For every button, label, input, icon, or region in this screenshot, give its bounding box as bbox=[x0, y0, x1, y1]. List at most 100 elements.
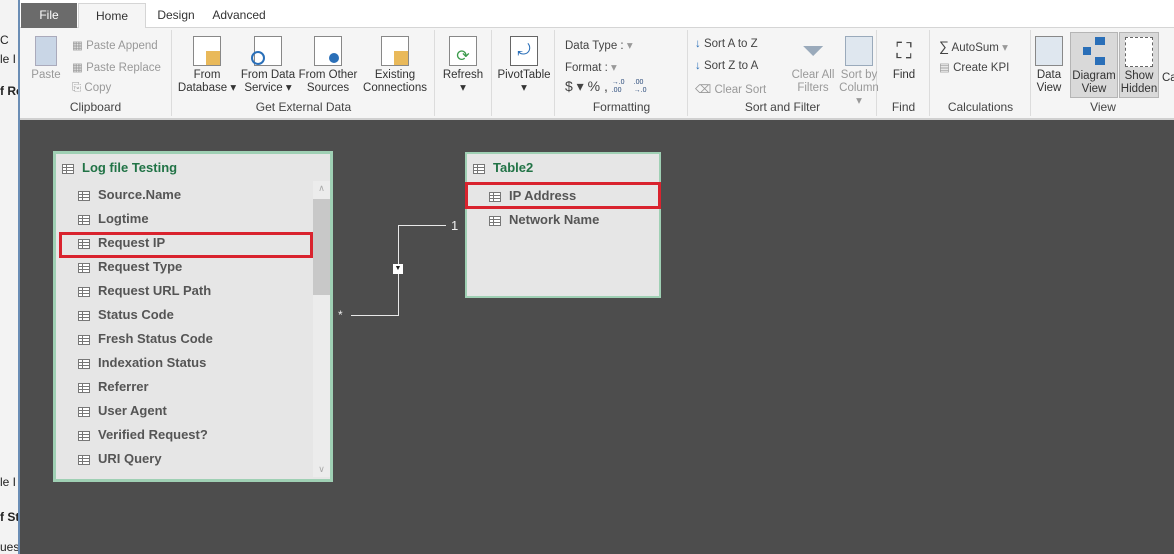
find-button[interactable]: ⛶ Find bbox=[882, 36, 926, 82]
label: View bbox=[1036, 82, 1062, 94]
column-item[interactable]: Status Code bbox=[78, 305, 174, 325]
label: Sources bbox=[306, 82, 350, 94]
diagram-canvas[interactable]: Log file Testing Source.Name Logtime Reque… bbox=[20, 120, 1174, 554]
table-table2[interactable]: Table2 IP Address Network Name bbox=[465, 152, 661, 298]
data-view-button[interactable]: Data View bbox=[1032, 36, 1066, 95]
column-item[interactable]: Verified Request? bbox=[78, 425, 208, 445]
bg-text: f Sta bbox=[0, 510, 20, 524]
refresh-button[interactable]: ⟳ Refresh ▾ bbox=[438, 36, 488, 95]
clear-all-filters-button[interactable]: ⏷ Clear All Filters bbox=[789, 36, 837, 95]
view-group: Data View Diagram View Show Hidden Ca View bbox=[1032, 30, 1174, 116]
pivot-group: ⤾ PivotTable ▾ bbox=[493, 30, 555, 116]
label: Service bbox=[244, 82, 283, 94]
pivottable-icon: ⤾ bbox=[510, 36, 538, 66]
existing-connections-button[interactable]: Existing Connections bbox=[359, 36, 431, 95]
scroll-up-icon[interactable]: ∧ bbox=[313, 183, 330, 194]
sort-a-z-button[interactable]: ↓ Sort A to Z bbox=[695, 38, 758, 50]
paste-append-button[interactable]: ▦ Paste Append bbox=[72, 38, 158, 52]
increase-decimal-button[interactable]: →.0 .00 bbox=[612, 79, 630, 95]
column-name: Verified Request? bbox=[98, 427, 208, 442]
tab-home[interactable]: Home bbox=[78, 3, 146, 29]
group-label: Sort and Filter bbox=[744, 100, 821, 114]
column-icon bbox=[78, 214, 90, 225]
label: Find bbox=[892, 69, 916, 81]
pivottable-button[interactable]: ⤾ PivotTable ▾ bbox=[495, 36, 553, 95]
sort-z-a-button[interactable]: ↓ Sort Z to A bbox=[695, 60, 758, 72]
create-kpi-button[interactable]: ▤ Create KPI bbox=[939, 60, 1009, 74]
many-cardinality: * bbox=[338, 308, 343, 322]
label: From Other bbox=[298, 69, 358, 81]
show-hidden-icon bbox=[1125, 37, 1153, 67]
column-name: Referrer bbox=[98, 379, 149, 394]
clear-sort-button[interactable]: ⌫ Clear Sort bbox=[695, 82, 766, 96]
highlight-box bbox=[465, 182, 661, 209]
sort-by-column-button[interactable]: Sort by Column ▾ bbox=[837, 36, 881, 108]
background-window: C le I f Re le I f Sta ues bbox=[0, 0, 20, 554]
table-title: Log file Testing bbox=[62, 160, 177, 175]
from-database-button[interactable]: From Database ▾ bbox=[175, 36, 239, 95]
column-item[interactable]: URI Query bbox=[78, 449, 162, 469]
column-item[interactable]: Logtime bbox=[78, 209, 149, 229]
tab-advanced[interactable]: Advanced bbox=[206, 3, 272, 28]
tab-design[interactable]: Design bbox=[146, 3, 206, 28]
column-icon bbox=[78, 382, 90, 393]
show-hidden-button[interactable]: Show Hidden bbox=[1119, 32, 1159, 98]
column-item[interactable]: Referrer bbox=[78, 377, 149, 397]
label: Filters bbox=[797, 82, 829, 94]
refresh-group: ⟳ Refresh ▾ bbox=[436, 30, 492, 116]
column-item[interactable]: Indexation Status bbox=[78, 353, 206, 373]
sort-za-icon: ↓ bbox=[695, 60, 701, 72]
percent-button[interactable]: % bbox=[588, 78, 600, 94]
decrease-decimal-button[interactable]: .00 →.0 bbox=[634, 79, 652, 95]
scroll-down-icon[interactable]: ∨ bbox=[313, 464, 330, 475]
binoculars-icon: ⛶ bbox=[896, 38, 912, 63]
data-type-dropdown[interactable]: Data Type : ▾ bbox=[565, 38, 633, 52]
label: Paste Append bbox=[86, 40, 158, 52]
database-icon bbox=[193, 36, 221, 66]
sort-filter-group: ↓ Sort A to Z ↓ Sort Z to A ⌫ Clear Sort… bbox=[689, 30, 879, 116]
clipboard-group: Paste ▦ Paste Append ▦ Paste Replace ⎘ C… bbox=[20, 30, 172, 116]
column-item[interactable]: Network Name bbox=[489, 210, 599, 230]
label: PivotTable bbox=[497, 69, 551, 81]
column-item[interactable]: Source.Name bbox=[78, 185, 181, 205]
column-name: Network Name bbox=[509, 212, 600, 227]
ribbon: Paste ▦ Paste Append ▦ Paste Replace ⎘ C… bbox=[20, 28, 1174, 120]
comma-button[interactable]: , bbox=[604, 78, 608, 94]
table-icon bbox=[473, 163, 485, 174]
paste-replace-button[interactable]: ▦ Paste Replace bbox=[72, 60, 161, 74]
column-icon bbox=[78, 454, 90, 465]
from-other-sources-button[interactable]: From Other Sources bbox=[297, 36, 359, 95]
tab-file[interactable]: File bbox=[21, 3, 77, 28]
kpi-icon: ▤ bbox=[939, 62, 950, 74]
label: Sort Z to A bbox=[703, 60, 759, 72]
data-service-icon bbox=[251, 36, 282, 66]
from-data-service-button[interactable]: From Data Service ▾ bbox=[237, 36, 299, 95]
column-name: Source.Name bbox=[98, 187, 182, 202]
diagram-view-button[interactable]: Diagram View bbox=[1070, 32, 1118, 98]
label: Show bbox=[1124, 70, 1154, 82]
column-item[interactable]: User Agent bbox=[78, 401, 167, 421]
autosum-button[interactable]: ∑ AutoSum ▾ bbox=[939, 38, 1008, 54]
currency-button[interactable]: $ bbox=[565, 78, 573, 94]
sigma-icon: ∑ bbox=[939, 38, 949, 54]
scrollbar[interactable]: ∧ ∨ bbox=[313, 181, 330, 477]
group-label: Get External Data bbox=[255, 100, 352, 114]
scroll-thumb[interactable] bbox=[313, 199, 330, 295]
calculation-area-button[interactable]: Ca bbox=[1162, 72, 1174, 85]
label: Database bbox=[177, 82, 228, 94]
column-item[interactable]: Fresh Status Code bbox=[78, 329, 213, 349]
column-name: Request Type bbox=[98, 259, 183, 274]
copy-button[interactable]: ⎘ Copy bbox=[72, 82, 111, 95]
label: From Data bbox=[240, 69, 296, 81]
bg-text: C bbox=[0, 33, 9, 47]
column-item[interactable]: Request URL Path bbox=[78, 281, 211, 301]
paste-button[interactable]: Paste bbox=[28, 36, 64, 82]
column-name: User Agent bbox=[98, 403, 167, 418]
bg-text: le I bbox=[0, 52, 17, 66]
format-dropdown[interactable]: Format : ▾ bbox=[565, 60, 617, 74]
table-log-file-testing[interactable]: Log file Testing Source.Name Logtime Reque… bbox=[53, 151, 333, 482]
bg-text: f Re bbox=[0, 84, 18, 98]
paste-icon bbox=[35, 36, 57, 66]
column-item[interactable]: Request Type bbox=[78, 257, 182, 277]
label: Sort A to Z bbox=[703, 38, 758, 50]
